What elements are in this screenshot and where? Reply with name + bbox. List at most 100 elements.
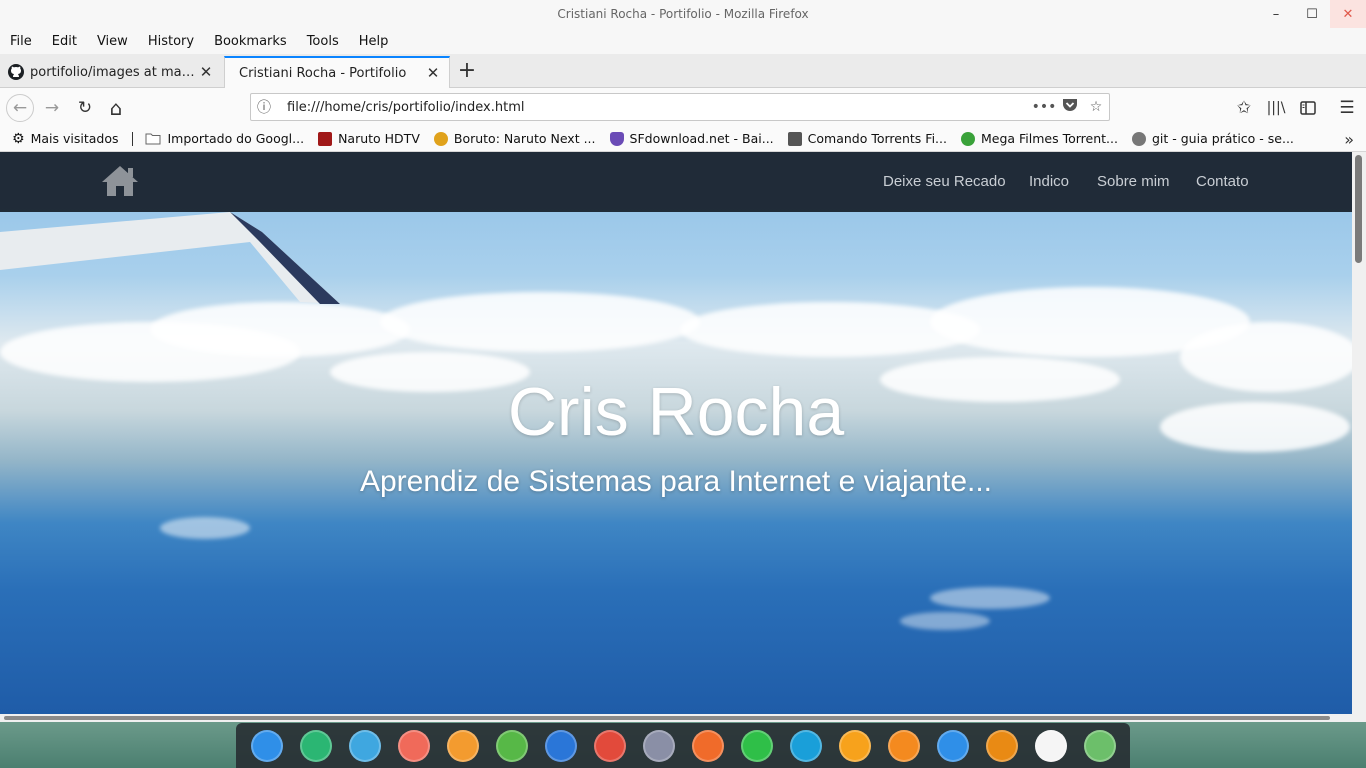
system-settings-icon[interactable]: [642, 729, 675, 762]
close-window-button[interactable]: ✕: [1330, 0, 1366, 28]
sfdownload-favicon: [609, 131, 624, 146]
hero-title: Cris Rocha: [507, 374, 845, 450]
chrome-icon[interactable]: [593, 729, 626, 762]
boruto-favicon: [433, 131, 448, 146]
home-button[interactable]: ⌂: [102, 94, 130, 122]
github-icon: [8, 64, 24, 80]
close-tab-icon[interactable]: ✕: [198, 63, 214, 81]
browser-orange-icon[interactable]: [838, 729, 871, 762]
menu-edit[interactable]: Edit: [46, 34, 83, 49]
library-icon[interactable]: |||\: [1262, 94, 1290, 122]
tab-label: Cristiani Rocha - Portifolio: [239, 65, 407, 81]
bookmark-label: SFdownload.net - Bai...: [629, 131, 774, 146]
vertical-scrollbar[interactable]: [1352, 152, 1366, 714]
airplane-wing: [0, 212, 340, 304]
bookmarks-menu-icon[interactable]: ✩: [1230, 94, 1258, 122]
phone-icon[interactable]: [740, 729, 773, 762]
window-titlebar: Cristiani Rocha - Portifolio - Mozilla F…: [0, 0, 1366, 28]
menu-view[interactable]: View: [91, 34, 134, 49]
bookmarks-overflow-icon[interactable]: »: [1344, 130, 1354, 149]
music-player-icon[interactable]: [495, 729, 528, 762]
nav-link-indico[interactable]: Indico: [1029, 173, 1069, 190]
bookmark-boruto[interactable]: Boruto: Naruto Next ...: [433, 131, 596, 146]
horizontal-scrollbar[interactable]: [0, 714, 1366, 722]
close-tab-icon[interactable]: ✕: [425, 64, 441, 82]
menu-tools[interactable]: Tools: [301, 34, 345, 49]
home-icon[interactable]: [100, 164, 140, 198]
vertical-scrollbar-thumb[interactable]: [1355, 155, 1362, 263]
nav-link-contato[interactable]: Contato: [1196, 173, 1249, 190]
bookmark-importado[interactable]: Importado do Googl...: [145, 131, 304, 146]
bookmark-star-icon[interactable]: ☆: [1083, 99, 1109, 115]
new-tab-button[interactable]: +: [454, 59, 480, 85]
terminal-icon[interactable]: [299, 729, 332, 762]
whatsapp-icon[interactable]: [789, 729, 822, 762]
cloud: [150, 302, 410, 357]
eject-icon[interactable]: [887, 729, 920, 762]
navigation-toolbar: ← → ↻ ⌂ ⓘ file:///home/cris/portifolio/i…: [0, 88, 1366, 126]
power-icon[interactable]: [985, 729, 1018, 762]
window-title: Cristiani Rocha - Portifolio - Mozilla F…: [557, 7, 809, 21]
bookmark-separator: [132, 131, 134, 146]
bookmark-comando-torrents[interactable]: Comando Torrents Fi...: [787, 131, 947, 146]
horizontal-scrollbar-thumb[interactable]: [4, 716, 1330, 720]
pocket-icon[interactable]: [1057, 98, 1083, 116]
cloud: [900, 612, 990, 630]
cloud: [930, 587, 1050, 609]
bookmark-label: git - guia prático - se...: [1151, 131, 1294, 146]
bookmark-naruto-hdtv[interactable]: Naruto HDTV: [318, 131, 420, 146]
bookmark-label: Comando Torrents Fi...: [807, 131, 947, 146]
info-icon[interactable]: ⓘ: [251, 97, 277, 117]
naruto-favicon: [318, 131, 333, 146]
forward-button[interactable]: →: [38, 94, 66, 122]
window-controls: – ☐ ✕: [1258, 0, 1366, 28]
bookmark-sfdownload[interactable]: SFdownload.net - Bai...: [609, 131, 774, 146]
screen-recorder-icon[interactable]: [397, 729, 430, 762]
firefox-icon[interactable]: [691, 729, 724, 762]
tab-label: portifolio/images at master · (: [30, 64, 198, 80]
menu-bookmarks[interactable]: Bookmarks: [208, 34, 293, 49]
gear-icon: ⚙: [12, 130, 25, 147]
back-button[interactable]: ←: [6, 94, 34, 122]
bookmark-git-guia[interactable]: git - guia prático - se...: [1131, 131, 1294, 146]
taskbar-dock: [236, 723, 1130, 768]
sidebar-icon[interactable]: [1294, 94, 1322, 122]
bookmark-label: Importado do Googl...: [167, 131, 305, 146]
url-text[interactable]: file:///home/cris/portifolio/index.html: [287, 100, 1031, 115]
trash-icon[interactable]: [1083, 729, 1116, 762]
clock-icon[interactable]: [1034, 729, 1067, 762]
file-manager-icon[interactable]: [348, 729, 381, 762]
bookmark-label: Naruto HDTV: [338, 131, 420, 146]
hamburger-menu-icon[interactable]: ☰: [1333, 94, 1361, 122]
tab-portifolio[interactable]: Cristiani Rocha - Portifolio ✕: [224, 56, 450, 88]
tab-github[interactable]: portifolio/images at master · ( ✕: [0, 56, 222, 88]
app-store-icon[interactable]: [446, 729, 479, 762]
page-actions-icon[interactable]: •••: [1031, 99, 1057, 115]
hero-subtitle: Aprendiz de Sistemas para Internet e via…: [359, 465, 993, 498]
nav-link-deixe-seu-recado[interactable]: Deixe seu Recado: [883, 173, 1006, 190]
bookmarks-toolbar: ⚙ Mais visitados Importado do Googl... N…: [0, 126, 1366, 152]
menu-help[interactable]: Help: [353, 34, 395, 49]
wifi-icon[interactable]: [936, 729, 969, 762]
bookmark-mega-filmes[interactable]: Mega Filmes Torrent...: [960, 131, 1118, 146]
cloud: [380, 292, 700, 352]
bookmark-label: Mais visitados: [30, 131, 119, 146]
site-navbar: Deixe seu Recado Indico Sobre mim Contat…: [0, 152, 1352, 212]
maximize-button[interactable]: ☐: [1294, 0, 1330, 28]
menu-history[interactable]: History: [142, 34, 200, 49]
bookmark-mais-visitados[interactable]: ⚙ Mais visitados: [12, 131, 118, 147]
nav-link-sobre-mim[interactable]: Sobre mim: [1097, 173, 1170, 190]
video-player-icon[interactable]: [544, 729, 577, 762]
page-viewport: Deixe seu Recado Indico Sobre mim Contat…: [0, 152, 1352, 714]
globe-icon: [1131, 131, 1146, 146]
folder-icon: [145, 133, 161, 145]
megafilmes-favicon: [960, 131, 975, 146]
comando-favicon: [787, 131, 802, 146]
reload-button[interactable]: ↻: [71, 94, 99, 122]
url-bar[interactable]: ⓘ file:///home/cris/portifolio/index.htm…: [250, 93, 1110, 121]
bookmark-label: Boruto: Naruto Next ...: [453, 131, 596, 146]
minimize-button[interactable]: –: [1258, 0, 1294, 28]
menu-bar: File Edit View History Bookmarks Tools H…: [0, 28, 1366, 54]
launcher-icon[interactable]: [250, 729, 283, 762]
menu-file[interactable]: File: [4, 34, 38, 49]
